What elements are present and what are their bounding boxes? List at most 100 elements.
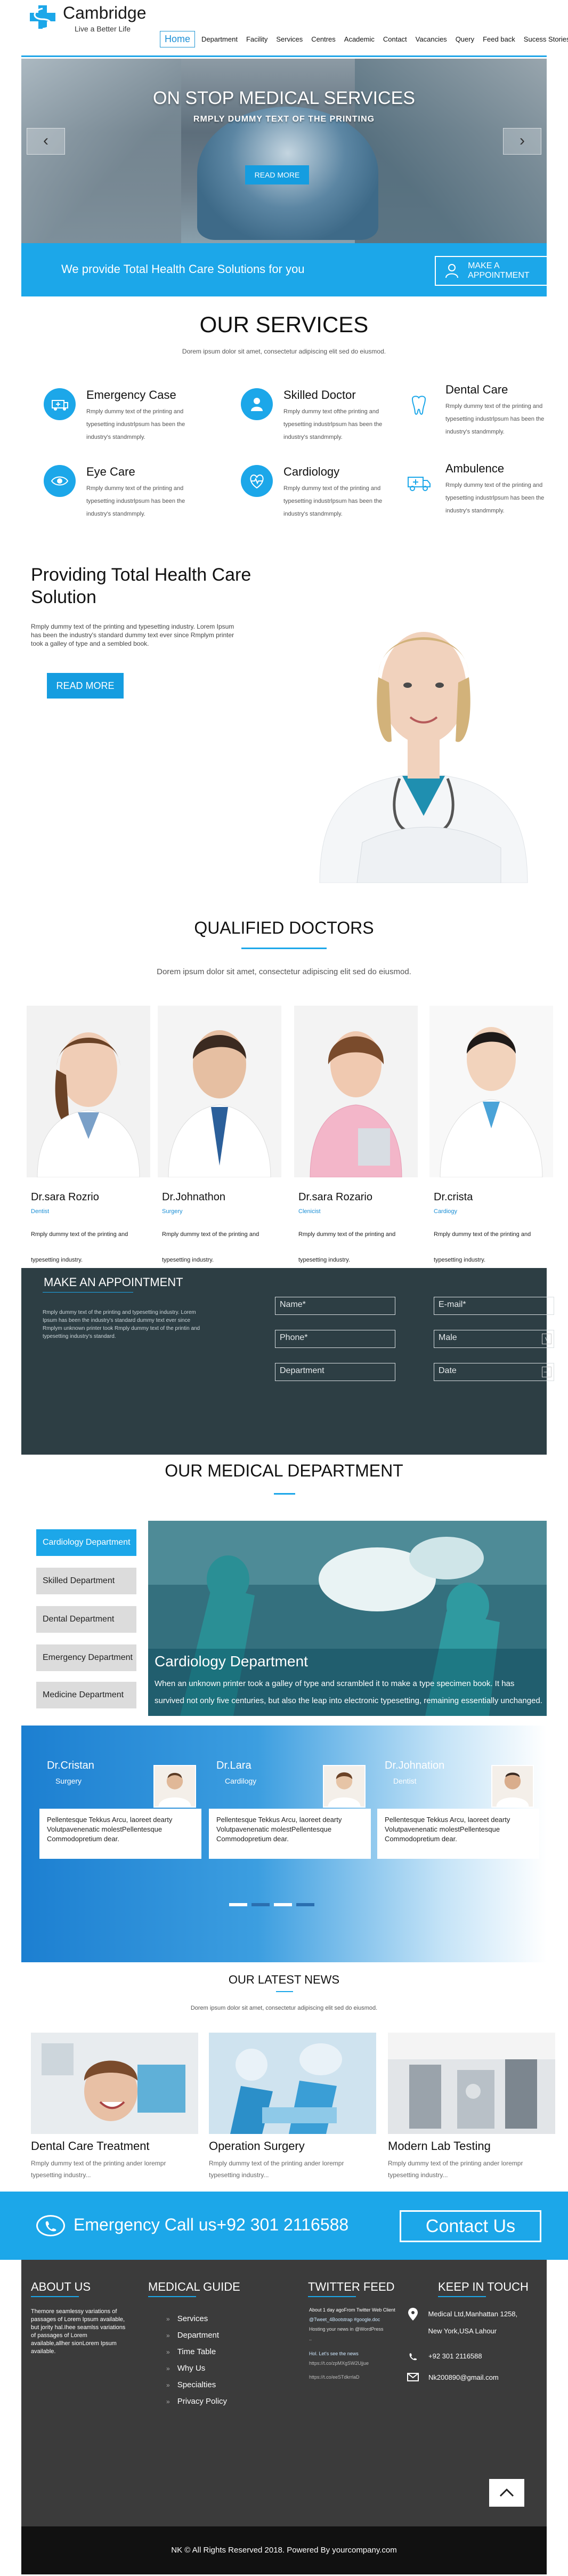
hero-title: ON STOP MEDICAL SERVICES	[153, 88, 415, 108]
phone-icon	[36, 2215, 65, 2236]
service-desc: Rmply dummy text of the printing and typ…	[445, 482, 545, 514]
service-cardiology[interactable]: Cardiology Rmply dummy text of the print…	[241, 465, 401, 529]
phone-field[interactable]: Phone*	[275, 1330, 395, 1348]
pagination-dot[interactable]	[296, 1903, 314, 1906]
footer-link-why-us[interactable]: Why Us	[166, 2364, 227, 2373]
tab-medicine-department[interactable]: Medicine Department	[36, 1682, 136, 1708]
appointment-title-underline	[43, 1292, 133, 1293]
doctor-card[interactable]: Dr.crista Cardiogy Rmply dummy text of t…	[429, 1006, 553, 1263]
contact-us-button[interactable]: Contact Us	[400, 2210, 541, 2242]
footer-link-services[interactable]: Services	[166, 2314, 227, 2323]
service-emergency-case[interactable]: Emergency Case Rmply dummy text of the p…	[44, 388, 204, 452]
arrow-left-icon: ‹	[43, 132, 48, 149]
scroll-to-top-button[interactable]	[489, 2479, 524, 2507]
footer-link-specialties[interactable]: Specialties	[166, 2380, 227, 2389]
department-title: OUR MEDICAL DEPARTMENT	[165, 1461, 403, 1480]
nav-success-stories[interactable]: Sucess Stories	[524, 35, 568, 43]
service-name: Ambulence	[445, 462, 505, 475]
doctors-title-underline	[241, 948, 327, 949]
tweet-text: Hosting your news in @WordPress	[309, 2326, 384, 2332]
nav-department[interactable]: Department	[201, 35, 238, 43]
main-nav: Home Department Facility Services Centre…	[160, 31, 568, 47]
service-eye-care[interactable]: Eye Care Rmply dummy text of the printin…	[44, 465, 204, 529]
doctor-photo	[158, 1006, 281, 1177]
pagination-dot[interactable]	[251, 1903, 270, 1906]
footer-email-text[interactable]: Nk200890@gmail.com	[428, 2371, 499, 2385]
arrow-right-icon: ›	[520, 132, 525, 149]
nav-query[interactable]: Query	[456, 35, 474, 43]
nav-centres[interactable]: Centres	[311, 35, 336, 43]
nav-services[interactable]: Services	[276, 35, 303, 43]
doctor-role: Surgery	[162, 1208, 183, 1215]
testimonial-card[interactable]: Dr.Johnation Dentist Pellentesque Tekkus…	[377, 1749, 539, 1859]
doctor-icon	[443, 262, 460, 280]
footer-link-department[interactable]: Department	[166, 2331, 227, 2340]
chevron-down-icon: v	[542, 1334, 551, 1344]
footer-phone-text: +92 301 2116588	[428, 2352, 482, 2360]
news-card[interactable]: Modern Lab Testing Rmply dummy text of t…	[388, 2033, 555, 2187]
service-skilled-doctor[interactable]: Skilled Doctor Rmply dummy text ofthe pr…	[241, 388, 401, 452]
date-field[interactable]: Date —	[434, 1363, 554, 1381]
doctors-title: QUALIFIED DOCTORS	[194, 918, 374, 937]
nav-academic[interactable]: Academic	[344, 35, 375, 43]
news-card[interactable]: Operation Surgery Rmply dummy text of th…	[209, 2033, 376, 2187]
news-card[interactable]: Dental Care Treatment Rmply dummy text o…	[31, 2033, 198, 2187]
slider-prev-button[interactable]: ‹	[27, 128, 65, 155]
testimonial-header: Dr.Lara Cardilogy	[209, 1749, 371, 1809]
footer-about-title: ABOUT US	[31, 2280, 91, 2293]
news-photo	[31, 2033, 198, 2134]
pagination-dot[interactable]	[274, 1903, 292, 1906]
services-title: OUR SERVICES	[199, 312, 369, 337]
doctor-card[interactable]: Dr.Johnathon Surgery Rmply dummy text of…	[158, 1006, 281, 1263]
tab-emergency-department[interactable]: Emergency Department	[36, 1644, 136, 1671]
envelope-icon	[405, 2371, 421, 2381]
email-field[interactable]: E-mail*	[434, 1297, 554, 1315]
nav-contact[interactable]: Contact	[383, 35, 407, 43]
logo-icon	[30, 5, 55, 30]
ambulance-icon	[44, 388, 76, 420]
testimonial-text: Pellentesque Tekkus Arcu, laoreet dearty…	[377, 1809, 539, 1859]
providing-read-more-button[interactable]: READ MORE	[47, 673, 124, 699]
name-field[interactable]: Name*	[275, 1297, 395, 1315]
gender-select[interactable]: Male v	[434, 1330, 554, 1348]
testimonial-card[interactable]: Dr.Lara Cardilogy Pellentesque Tekkus Ar…	[209, 1749, 371, 1859]
doctor-card[interactable]: Dr.sara Rozario Clenicist Rmply dummy te…	[294, 1006, 418, 1263]
service-ambulence[interactable]: Ambulence Rmply dummy text of the printi…	[403, 462, 563, 526]
department-active-title: Cardiology Department	[155, 1653, 308, 1670]
footer-email: Nk200890@gmail.com	[405, 2371, 499, 2385]
footer-link-time-table[interactable]: Time Table	[166, 2347, 227, 2356]
tweet-link[interactable]: https://t.co/eeSTdkrrlaD	[309, 2373, 405, 2381]
doctor-card[interactable]: Dr.sara Rozrio Dentist Rmply dummy text …	[27, 1006, 150, 1263]
department-field[interactable]: Department	[275, 1363, 395, 1381]
make-appointment-label: MAKE A APPOINTMENT	[468, 261, 530, 280]
testimonial-card[interactable]: Dr.Cristan Surgery Pellentesque Tekkus A…	[39, 1749, 201, 1859]
hero-read-more-button[interactable]: READ MORE	[245, 165, 309, 184]
nav-home[interactable]: Home	[160, 31, 196, 47]
footer-link-privacy-policy[interactable]: Privacy Policy	[166, 2397, 227, 2406]
footer-about-underline	[31, 2296, 79, 2297]
slider-next-button[interactable]: ›	[503, 128, 541, 155]
department-title-underline	[274, 1493, 295, 1495]
tab-cardiology-department[interactable]: Cardiology Department	[36, 1529, 136, 1556]
pagination-dot[interactable]	[229, 1903, 247, 1906]
tab-dental-department[interactable]: Dental Department	[36, 1606, 136, 1633]
nav-feedback[interactable]: Feed back	[483, 35, 515, 43]
news-subtitle: Dorem ipsum dolor sit amet, consectetur …	[190, 2005, 378, 2011]
avatar	[491, 1765, 534, 1808]
tweet-link[interactable]: https://t.co/zpMXgSW2Ujjue	[309, 2359, 405, 2368]
nav-facility[interactable]: Facility	[246, 35, 267, 43]
tweet-text: ..	[309, 2336, 312, 2341]
header-divider	[21, 55, 547, 57]
news-desc: Rmply dummy text of the printing ander l…	[388, 2160, 523, 2179]
testimonial-name: Dr.Lara	[216, 1760, 251, 1771]
make-appointment-button[interactable]: MAKE A APPOINTMENT	[435, 256, 558, 286]
nav-vacancies[interactable]: Vacancies	[416, 35, 447, 43]
doctor-name: Dr.sara Rozrio	[31, 1191, 99, 1203]
appointment-text: Rmply dummy text of the printing and typ…	[43, 1310, 200, 1339]
brand-name[interactable]: Cambridge	[63, 3, 147, 23]
tab-skilled-department[interactable]: Skilled Department	[36, 1568, 136, 1594]
tweet-link[interactable]: @Tweet_4Bootstrap #google.doc	[309, 2315, 405, 2324]
testimonial-pagination	[229, 1903, 319, 1906]
service-dental-care[interactable]: Dental Care Rmply dummy text of the prin…	[403, 383, 563, 447]
doctor-portrait-image	[298, 565, 549, 883]
